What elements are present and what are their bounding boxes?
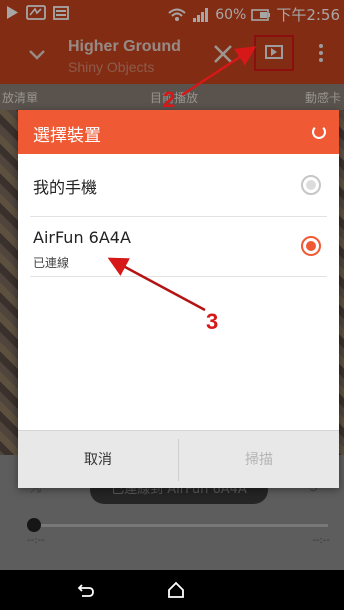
device-radio[interactable] [301,175,321,195]
device-row-airfun[interactable]: AirFun 6A4A 已連線 [18,216,339,276]
device-name: 我的手機 [33,178,98,197]
dialog-header: 選擇裝置 [18,110,339,154]
device-status: 已連線 [33,256,70,270]
annotation-number-3: 3 [206,309,219,334]
dialog-title: 選擇裝置 [33,126,101,146]
annotation-number-2: 2 [163,87,176,112]
scan-button[interactable]: 掃描 [179,431,339,489]
back-icon[interactable] [76,580,96,600]
device-row-my-phone[interactable]: 我的手機 [18,154,339,216]
divider [30,276,327,277]
navigation-bar [0,570,344,610]
loading-spinner-icon [312,125,326,139]
dialog-footer: 取消 掃描 [18,430,339,488]
device-name: AirFun 6A4A [33,228,131,247]
select-device-dialog: 選擇裝置 我的手機 AirFun 6A4A 已連線 取消 掃描 [18,110,339,488]
device-radio[interactable] [301,236,321,256]
home-icon[interactable] [166,580,186,600]
cancel-button[interactable]: 取消 [18,431,178,489]
